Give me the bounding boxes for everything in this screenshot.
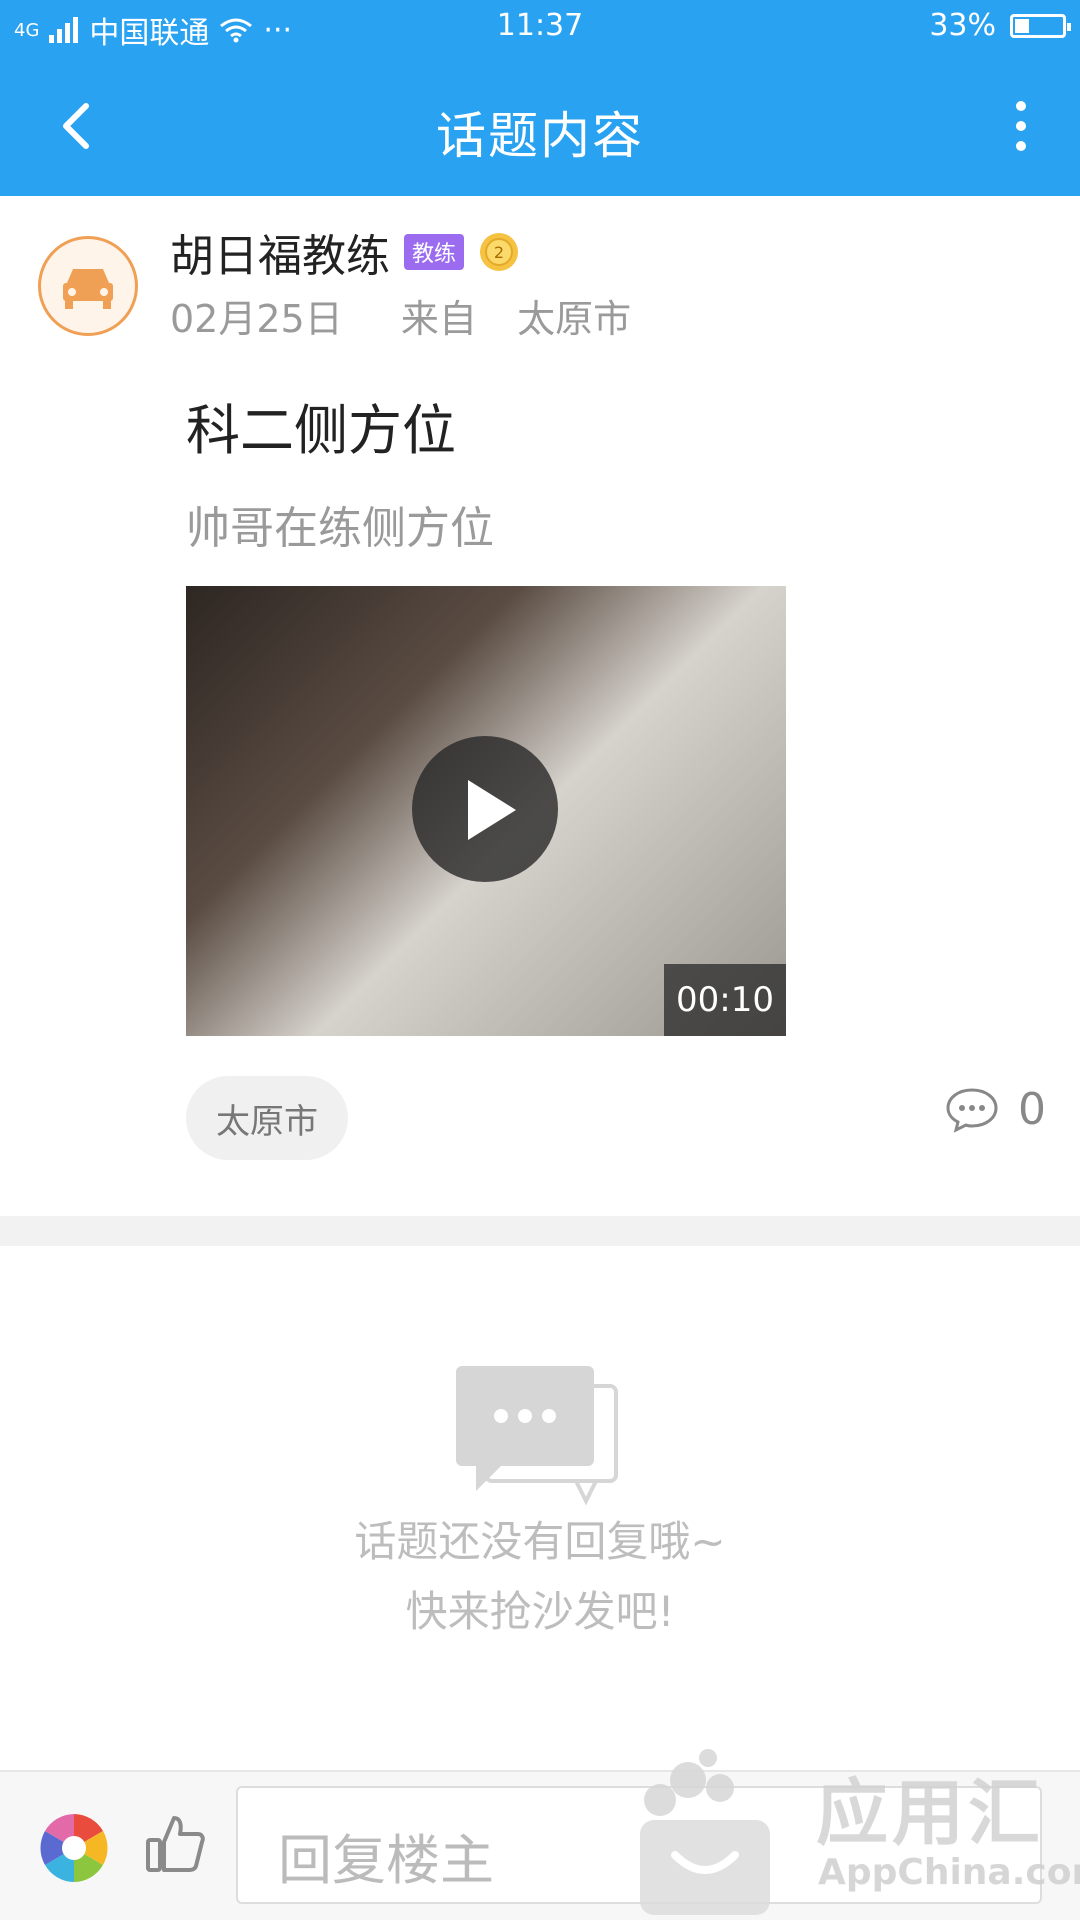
- appchina-watermark: 应用汇 AppChina.com: [630, 1740, 1080, 1920]
- camera-shutter-icon[interactable]: [36, 1810, 112, 1886]
- author-avatar[interactable]: [38, 236, 138, 336]
- empty-replies: 话题还没有回复哦~ 快来抢沙发吧!: [0, 1246, 1080, 1770]
- from-label: 来自: [400, 297, 477, 341]
- section-divider: [0, 1216, 1080, 1246]
- status-time: 11:37: [496, 8, 584, 43]
- post-title: 科二侧方位: [186, 399, 456, 462]
- watermark-text: 应用汇: [816, 1771, 1045, 1855]
- post-description: 帅哥在练侧方位: [186, 503, 494, 554]
- location-tag[interactable]: 太原市: [186, 1076, 348, 1160]
- comment-count: 0: [1018, 1084, 1046, 1135]
- reply-placeholder: 回复楼主: [278, 1829, 494, 1892]
- comment-count-button[interactable]: 0: [944, 1084, 1046, 1135]
- medal-icon: 2: [480, 233, 519, 271]
- status-bar: 4G 中国联通 ··· 11:37 33%: [0, 0, 1080, 56]
- video-duration: 00:10: [664, 964, 786, 1036]
- video-thumbnail[interactable]: 00:10: [186, 586, 786, 1036]
- empty-message-line2: 快来抢沙发吧!: [405, 1587, 675, 1636]
- post-location: 太原市: [517, 297, 632, 341]
- page-title: 话题内容: [436, 107, 644, 165]
- thumbs-up-icon[interactable]: [144, 1812, 208, 1876]
- watermark-subtext: AppChina.com: [818, 1852, 1080, 1893]
- author-name[interactable]: 胡日福教练: [170, 220, 390, 284]
- empty-message-line1: 话题还没有回复哦~: [354, 1517, 726, 1566]
- appchina-logo-icon: [640, 1749, 770, 1915]
- battery-icon: [1010, 13, 1071, 38]
- play-icon[interactable]: [412, 736, 558, 882]
- topic-post: 胡日福教练 教练 2 02月25日 来自 太原市 科二侧方位 帅哥在练侧方位 0…: [0, 196, 1080, 1216]
- battery-percent: 33%: [929, 8, 996, 43]
- status-right: 33%: [929, 8, 1071, 43]
- top-nav-bar: 话题内容: [0, 56, 1080, 196]
- more-vertical-icon[interactable]: [1006, 96, 1036, 156]
- medal-level: 2: [494, 243, 504, 262]
- post-date: 02月25日: [170, 297, 343, 341]
- author-line: 胡日福教练 教练 2: [170, 220, 520, 284]
- car-icon: [63, 269, 113, 309]
- chat-bubbles-icon: [456, 1366, 618, 1506]
- post-meta: 02月25日 来自 太原市: [170, 288, 631, 343]
- comment-icon: [946, 1087, 998, 1133]
- coach-badge: 教练: [404, 234, 465, 270]
